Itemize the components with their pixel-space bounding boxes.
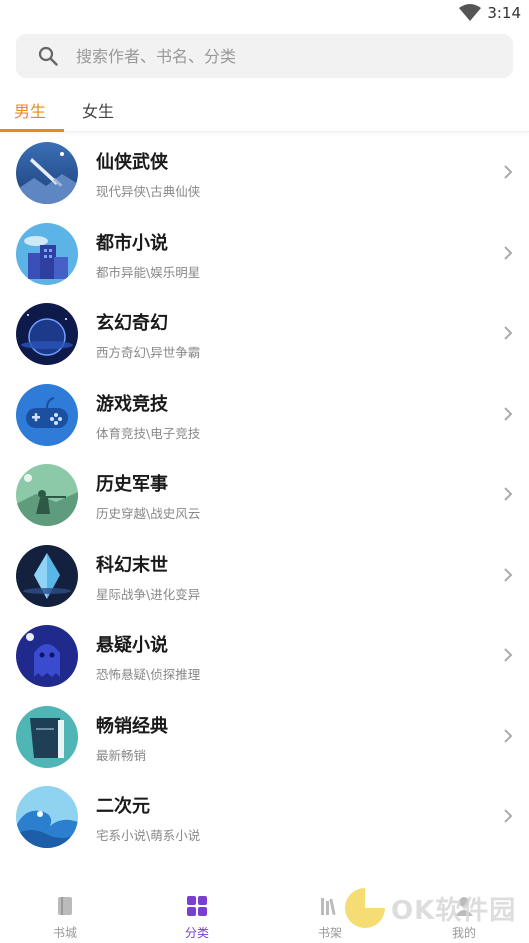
category-subtitle: 体育竞技\电子竞技: [96, 425, 201, 441]
wifi-icon: [459, 4, 481, 21]
crystal-icon: [16, 544, 78, 607]
category-grid-icon: [187, 896, 207, 916]
watermark: OK软件园: [343, 884, 523, 934]
search-icon: [38, 46, 58, 66]
category-row[interactable]: 畅销经典 最新畅销: [0, 700, 529, 781]
category-subtitle: 宅系小说\萌系小说: [96, 828, 201, 843]
watermark-text: OK软件园: [391, 896, 517, 926]
category-title: 悬疑小说: [96, 635, 168, 656]
sword-icon: [16, 142, 78, 204]
category-row[interactable]: 游戏竞技 体育竞技\电子竞技: [0, 378, 529, 459]
bookstore-icon: [58, 897, 72, 915]
category-subtitle: 西方奇幻\异世争霸: [96, 345, 201, 360]
category-title: 游戏竞技: [96, 393, 168, 415]
gamepad-icon: [16, 383, 78, 446]
search-input[interactable]: [76, 34, 496, 78]
nav-label: 分类: [184, 926, 209, 940]
tab-female[interactable]: 女生: [82, 98, 114, 122]
planet-icon: [16, 303, 78, 365]
chevron-right-icon: [504, 728, 513, 743]
chevron-right-icon: [504, 487, 513, 501]
category-subtitle: 现代异侠\古典仙侠: [96, 184, 201, 199]
category-list: 仙侠武侠 现代异侠\古典仙侠 都市小说 都市异能\娱乐明星 玄幻奇幻 西方奇幻\…: [0, 136, 529, 861]
soldier-icon: [16, 464, 78, 526]
nav-label: 书城: [52, 926, 77, 940]
category-row[interactable]: 科幻末世 星际战争\进化变异: [0, 539, 529, 620]
nav-category[interactable]: 分类: [167, 894, 227, 941]
category-title: 二次元: [96, 796, 150, 817]
book-icon: [16, 705, 78, 768]
nav-bookstore[interactable]: 书城: [35, 894, 95, 941]
chevron-right-icon: [504, 648, 513, 662]
chevron-right-icon: [504, 165, 513, 179]
gender-tabs: 男生 女生: [0, 88, 529, 132]
wave-icon: [16, 786, 78, 848]
watermark-logo-icon: [345, 888, 385, 928]
chevron-right-icon: [504, 406, 513, 421]
category-title: 仙侠武侠: [96, 152, 168, 173]
category-subtitle: 最新畅销: [96, 747, 147, 763]
ghost-icon: [16, 625, 78, 687]
category-row[interactable]: 仙侠武侠 现代异侠\古典仙侠: [0, 136, 529, 217]
category-subtitle: 历史穿越\战史风云: [96, 506, 201, 521]
chevron-right-icon: [504, 809, 513, 823]
chevron-right-icon: [504, 567, 513, 582]
search-bar[interactable]: [16, 34, 513, 78]
status-bar: 3:14: [0, 0, 529, 26]
chevron-right-icon: [504, 326, 513, 340]
tab-male[interactable]: 男生: [14, 98, 46, 122]
category-subtitle: 星际战争\进化变异: [96, 586, 201, 602]
category-row[interactable]: 都市小说 都市异能\娱乐明星: [0, 217, 529, 298]
category-subtitle: 恐怖悬疑\侦探推理: [96, 667, 201, 682]
bookshelf-icon: [321, 898, 336, 916]
category-row[interactable]: 历史军事 历史穿越\战史风云: [0, 458, 529, 539]
chevron-right-icon: [504, 245, 513, 260]
active-tab-indicator: [0, 129, 64, 132]
category-row[interactable]: 悬疑小说 恐怖悬疑\侦探推理: [0, 619, 529, 700]
category-row[interactable]: 玄幻奇幻 西方奇幻\异世争霸: [0, 297, 529, 378]
category-title: 都市小说: [96, 232, 168, 254]
city-icon: [16, 222, 78, 285]
category-title: 科幻末世: [96, 554, 168, 576]
category-row[interactable]: 二次元 宅系小说\萌系小说: [0, 780, 529, 861]
category-title: 历史军事: [96, 474, 168, 495]
category-title: 玄幻奇幻: [96, 313, 168, 334]
status-time: 3:14: [487, 4, 521, 22]
category-title: 畅销经典: [96, 715, 168, 737]
category-subtitle: 都市异能\娱乐明星: [96, 264, 201, 280]
